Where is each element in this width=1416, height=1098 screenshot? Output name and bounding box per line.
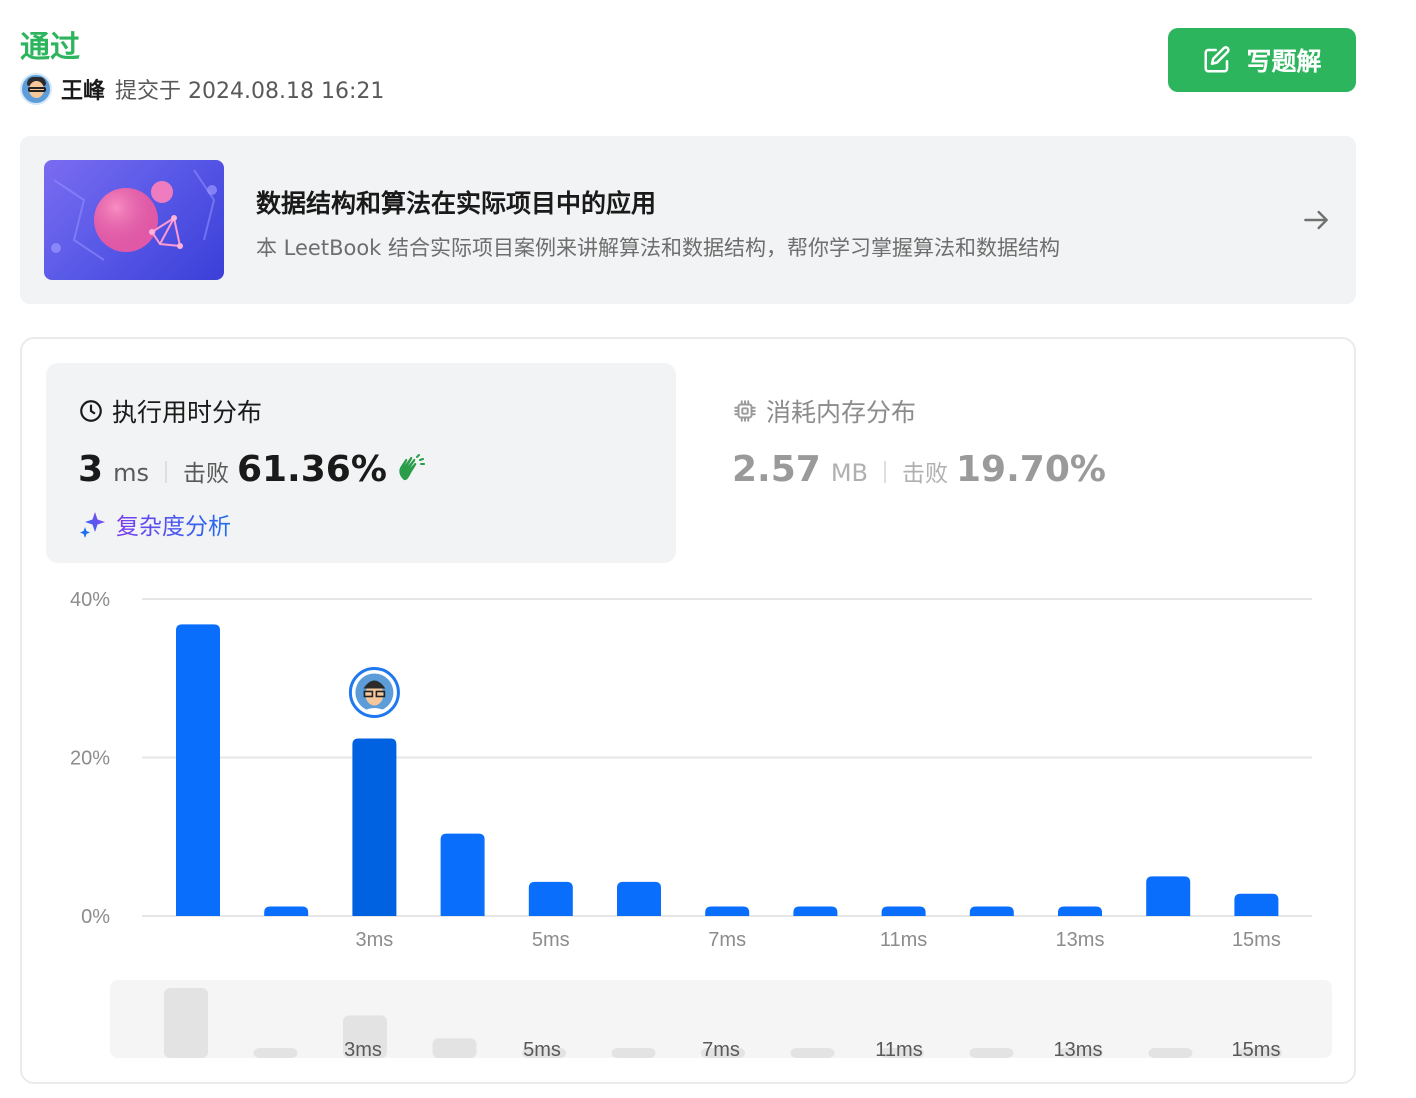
- leetbook-cover-image: [44, 160, 224, 280]
- overview-bar: [790, 1048, 835, 1058]
- edit-icon: [1204, 46, 1231, 73]
- x-tick-label: 11ms: [880, 929, 927, 951]
- leetbook-card[interactable]: 数据结构和算法在实际项目中的应用 本 LeetBook 结合实际项目案例来讲解算…: [20, 136, 1356, 304]
- leetbook-description: 本 LeetBook 结合实际项目案例来讲解算法和数据结构，帮你学习掌握算法和数…: [256, 236, 1061, 260]
- submission-time: 提交于 2024.08.18 16:21: [115, 79, 385, 104]
- chart-bar[interactable]: [705, 906, 750, 916]
- chart-bar[interactable]: [264, 906, 309, 916]
- x-tick-label: 15ms: [1232, 929, 1281, 951]
- chart-bar[interactable]: [176, 624, 220, 916]
- chart-bar[interactable]: [352, 738, 397, 916]
- chart-bar[interactable]: [793, 906, 838, 916]
- user-avatar[interactable]: [20, 73, 52, 105]
- overview-bar: [253, 1048, 298, 1058]
- overview-tick-label: 7ms: [702, 1039, 740, 1061]
- x-tick-label: 3ms: [356, 929, 394, 951]
- y-tick-label: 20%: [70, 748, 110, 770]
- chart-bar[interactable]: [969, 906, 1014, 916]
- x-tick-label: 5ms: [532, 929, 570, 951]
- status-label: 通过: [20, 30, 80, 65]
- chart-bar[interactable]: [1058, 906, 1102, 916]
- overview-bar: [164, 988, 208, 1058]
- chart-bar[interactable]: [1146, 876, 1191, 916]
- y-tick-label: 0%: [81, 906, 110, 928]
- x-tick-label: 13ms: [1056, 929, 1105, 951]
- chart-bar[interactable]: [881, 906, 926, 916]
- overview-tick-label: 11ms: [875, 1039, 922, 1061]
- overview-bar: [1148, 1048, 1193, 1058]
- chart-bar[interactable]: [440, 833, 485, 916]
- overview-bar: [432, 1038, 477, 1058]
- runtime-distribution-chart[interactable]: 0% 20% 40% 3ms 5ms 7ms 11ms 13ms 15ms 3ms 5ms 7ms 11…: [22, 339, 1354, 1082]
- overview-bar: [969, 1048, 1014, 1058]
- overview-tick-label: 15ms: [1232, 1039, 1281, 1061]
- overview-tick-label: 13ms: [1054, 1039, 1103, 1061]
- overview-bar: [611, 1048, 656, 1058]
- arrow-right-icon: [1304, 210, 1328, 230]
- submission-stats-panel: 执行用时分布 3 ms 击败 61.36% 复杂度分析 消耗内存分布 2.57 …: [20, 337, 1356, 1084]
- write-solution-label: 写题解: [1246, 47, 1322, 76]
- submitter-name[interactable]: 王峰: [61, 73, 105, 105]
- chart-bar[interactable]: [1234, 893, 1279, 916]
- overview-tick-label: 3ms: [344, 1039, 382, 1061]
- leetbook-title: 数据结构和算法在实际项目中的应用: [256, 189, 657, 218]
- chart-bar[interactable]: [617, 881, 661, 916]
- submitter-info: 王峰 提交于 2024.08.18 16:21: [20, 72, 384, 106]
- y-tick-label: 40%: [70, 589, 110, 611]
- write-solution-button[interactable]: 写题解: [1168, 28, 1356, 92]
- chart-bar[interactable]: [528, 881, 573, 916]
- overview-tick-label: 5ms: [523, 1039, 561, 1061]
- x-tick-label: 7ms: [708, 929, 746, 951]
